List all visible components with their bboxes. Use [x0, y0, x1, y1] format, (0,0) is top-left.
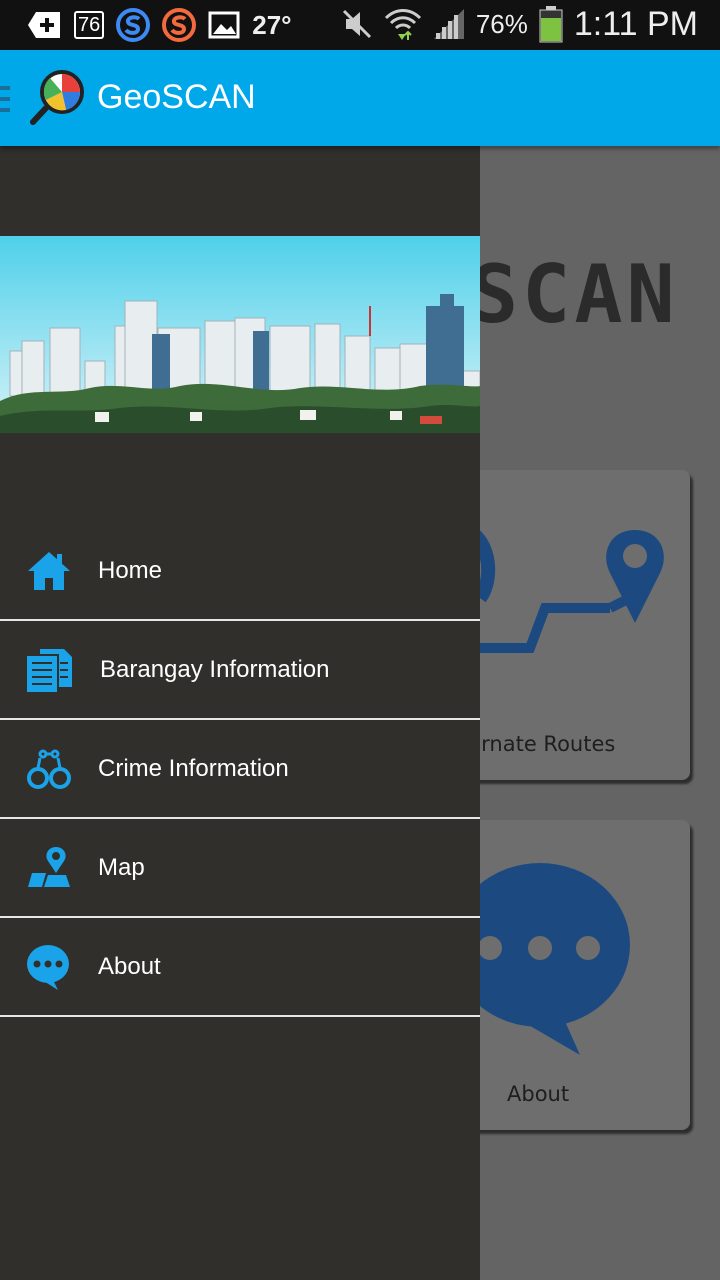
navigation-drawer: Home Barangay Information Crime Informat…	[0, 146, 480, 1280]
temperature: 27°	[252, 9, 292, 40]
app-title: GeoSCAN	[97, 78, 256, 116]
system-icons: 76% 1:11 PM	[340, 4, 698, 44]
status-bar: 76 27° 76% 1:11 PM	[0, 0, 720, 50]
home-icon	[28, 552, 70, 590]
drawer-item-label: Barangay Information	[100, 656, 330, 683]
battery-icon	[539, 6, 563, 43]
map-pin-icon	[28, 847, 70, 887]
add-icon	[28, 12, 60, 38]
clock: 1:11 PM	[573, 4, 698, 43]
drawer-item-map[interactable]: Map	[0, 819, 480, 918]
s-app-icon	[116, 8, 151, 42]
drawer-item-home[interactable]: Home	[0, 522, 480, 621]
hamburger-icon[interactable]	[0, 84, 10, 114]
city-skyline-image	[0, 236, 480, 433]
drawer-item-crime-information[interactable]: Crime Information	[0, 720, 480, 819]
drawer-menu: Home Barangay Information Crime Informat…	[0, 522, 480, 1017]
drawer-item-barangay-information[interactable]: Barangay Information	[0, 621, 480, 720]
notification-icons: 76 27°	[28, 8, 292, 42]
route-icon	[460, 528, 664, 653]
drawer-item-label: Home	[98, 557, 163, 584]
chat-bubble-icon	[27, 945, 69, 990]
mute-icon	[342, 9, 371, 39]
signal-icon	[433, 9, 464, 39]
app-bar: GeoSCAN	[0, 50, 720, 146]
wifi-icon	[384, 9, 421, 40]
s-app-orange-icon	[162, 8, 197, 42]
handcuffs-icon	[27, 749, 71, 789]
alternate-routes-label: ternate Routes	[460, 732, 616, 756]
drawer-item-label: Map	[98, 854, 145, 881]
drawer-item-about[interactable]: About	[0, 918, 480, 1017]
document-icon	[26, 649, 72, 693]
badge-icon: 76	[74, 11, 105, 39]
about-card-label: About	[507, 1082, 570, 1106]
drawer-item-label: Crime Information	[98, 755, 289, 782]
image-icon	[208, 11, 240, 39]
drawer-item-label: About	[98, 953, 161, 980]
chat-bubble-icon	[460, 863, 630, 1055]
geoscan-logo-icon[interactable]	[30, 70, 86, 126]
battery-percent: 76%	[475, 8, 528, 39]
bg-app-title: SCAN	[470, 248, 679, 341]
